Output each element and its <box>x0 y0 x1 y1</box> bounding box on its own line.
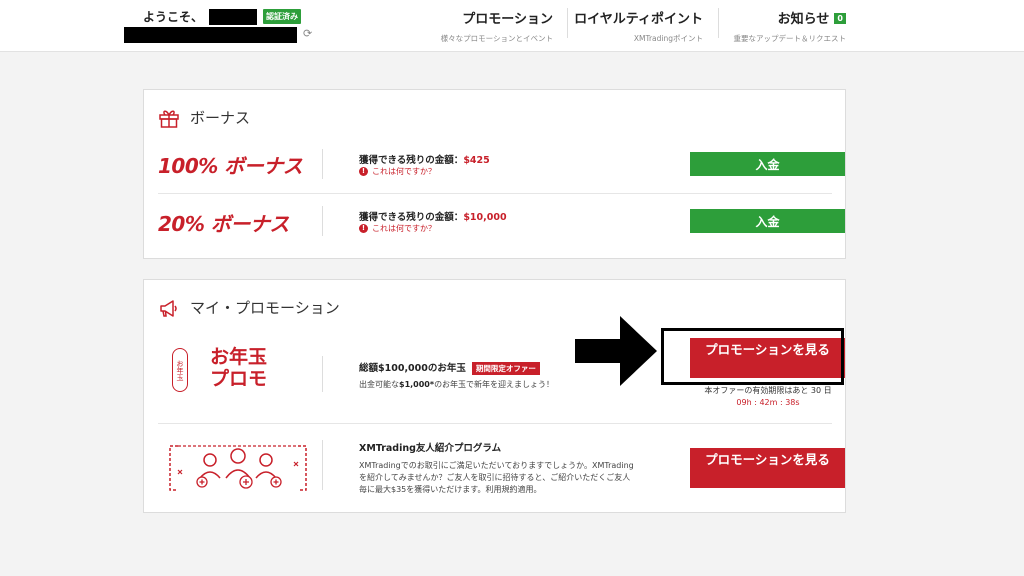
redacted-account-id <box>124 27 297 43</box>
nav-notifications[interactable]: お知らせ 0 重要なアップデート＆リクエスト <box>733 8 847 44</box>
remaining-amount: $10,000 <box>463 212 507 223</box>
remaining-amount: $425 <box>463 155 490 166</box>
refresh-icon[interactable]: ⟳ <box>303 27 312 40</box>
view-promotion-button[interactable]: プロモーションを見る <box>690 448 845 488</box>
pointing-arrow-icon <box>575 316 657 386</box>
promotion-description: XMTradingでのお取引にご満足いただいておりますでしょうか。XMTradi… <box>359 460 634 496</box>
nav-loyalty-sub: XMTradingポイント <box>633 34 703 43</box>
desc-prefix: 出金可能な <box>359 380 399 389</box>
promotion-description: 出金可能な$1,000*のお年玉で新年を迎えましょう！ <box>359 379 554 391</box>
row-divider-vertical <box>322 149 323 179</box>
redacted-username <box>209 8 258 25</box>
info-icon: ! <box>359 167 368 176</box>
info-icon: ! <box>359 224 368 233</box>
verified-badge: 認証済み <box>263 9 302 24</box>
nav-notifications-title: お知らせ 0 <box>734 8 846 27</box>
megaphone-icon <box>160 299 177 317</box>
logo-line-1: お年玉 <box>210 346 268 368</box>
nav-promotions-title: プロモーション <box>462 12 553 27</box>
limited-offer-badge: 期間限定オファー <box>471 362 540 375</box>
what-is-this-link[interactable]: ! これは何ですか？ <box>359 223 436 234</box>
bonus-row: 100% ボーナス 獲得できる残りの金額：$425 ! これは何ですか？ 入金 <box>158 140 845 192</box>
offer-expiry-text: 本オファーの有効期限はあと 30 日 <box>704 386 832 395</box>
help-text: これは何ですか？ <box>372 224 436 233</box>
desc-suffix: のお年玉で新年を迎えましょう！ <box>434 380 555 389</box>
bonus-panel: ボーナス 100% ボーナス 獲得できる残りの金額：$425 ! これは何ですか？… <box>143 89 846 259</box>
promotions-title: マイ・プロモーション <box>190 299 340 317</box>
otoshidama-promo-logo: お年玉 お年玉 プロモ <box>168 346 298 398</box>
bonus-name: 100% ボーナス <box>158 154 303 178</box>
highlight-box <box>661 328 844 385</box>
row-divider-vertical <box>322 206 323 236</box>
desc-amount: $1,000* <box>399 380 435 389</box>
row-divider-vertical <box>322 356 323 392</box>
my-promotions-panel: マイ・プロモーション お年玉 お年玉 プロモ 総額$100,000のお年玉 期間限… <box>143 279 846 513</box>
welcome-text: ようこそ、 認証済み <box>143 8 302 25</box>
promotion-title: 総額$100,000のお年玉 期間限定オファー <box>359 360 540 375</box>
top-header: ようこそ、 認証済み ⟳ プロモーション 様々なプロモーションとイベント ロイヤ… <box>0 0 1024 52</box>
bonus-name: 20% ボーナス <box>158 212 289 236</box>
bonus-title: ボーナス <box>190 109 251 127</box>
countdown-timer: 09h : 42m : 38s <box>736 398 800 407</box>
row-divider <box>158 193 832 194</box>
envelope-stamp-icon: お年玉 <box>172 348 188 392</box>
welcome-label: ようこそ、 <box>143 10 204 24</box>
promotion-title: XMTrading友人紹介プログラム <box>359 443 502 454</box>
notification-count-badge: 0 <box>834 13 846 24</box>
friend-referral-icon <box>169 445 307 491</box>
nav-promotions[interactable]: プロモーション 様々なプロモーションとイベント <box>441 8 553 44</box>
promotion-title-text: 総額$100,000のお年玉 <box>359 363 466 374</box>
desc-line: XMTradingでのお取引にご満足いただいておりますでしょうか。XMTradi… <box>359 461 634 470</box>
promotion-item: XMTrading友人紹介プログラム XMTradingでのお取引にご満足いただ… <box>158 428 845 510</box>
gift-icon <box>159 110 179 128</box>
remaining-amount-label: 獲得できる残りの金額：$425 <box>359 152 490 166</box>
nav-loyalty-points[interactable]: ロイヤルティポイント XMTradingポイント <box>574 8 703 44</box>
nav-divider <box>567 8 568 38</box>
nav-loyalty-title: ロイヤルティポイント <box>574 12 703 27</box>
nav-notifications-label: お知らせ <box>777 12 830 27</box>
deposit-button[interactable]: 入金 <box>690 152 845 176</box>
bonus-panel-title: ボーナス <box>158 107 250 128</box>
promotions-panel-title: マイ・プロモーション <box>158 297 340 318</box>
row-divider <box>158 423 832 424</box>
nav-promotions-sub: 様々なプロモーションとイベント <box>440 34 553 43</box>
remaining-amount-label: 獲得できる残りの金額：$10,000 <box>359 209 507 223</box>
remaining-label-text: 獲得できる残りの金額： <box>359 155 464 166</box>
logo-line-2: プロモ <box>210 368 268 390</box>
deposit-button[interactable]: 入金 <box>690 209 845 233</box>
what-is-this-link[interactable]: ! これは何ですか？ <box>359 166 436 177</box>
nav-notifications-sub: 重要なアップデート＆リクエスト <box>733 34 847 43</box>
row-divider-vertical <box>322 440 323 490</box>
bonus-row: 20% ボーナス 獲得できる残りの金額：$10,000 ! これは何ですか？ 入金 <box>158 197 845 249</box>
nav-divider <box>718 8 719 38</box>
help-text: これは何ですか？ <box>372 167 436 176</box>
remaining-label-text: 獲得できる残りの金額： <box>359 212 464 223</box>
desc-line: 毎に最大$35を獲得いただけます。利用規約適用。 <box>359 485 542 494</box>
desc-line: を紹介してみませんか？ご友人を取引に招待すると、ご紹介いただくご友人 <box>359 473 631 482</box>
